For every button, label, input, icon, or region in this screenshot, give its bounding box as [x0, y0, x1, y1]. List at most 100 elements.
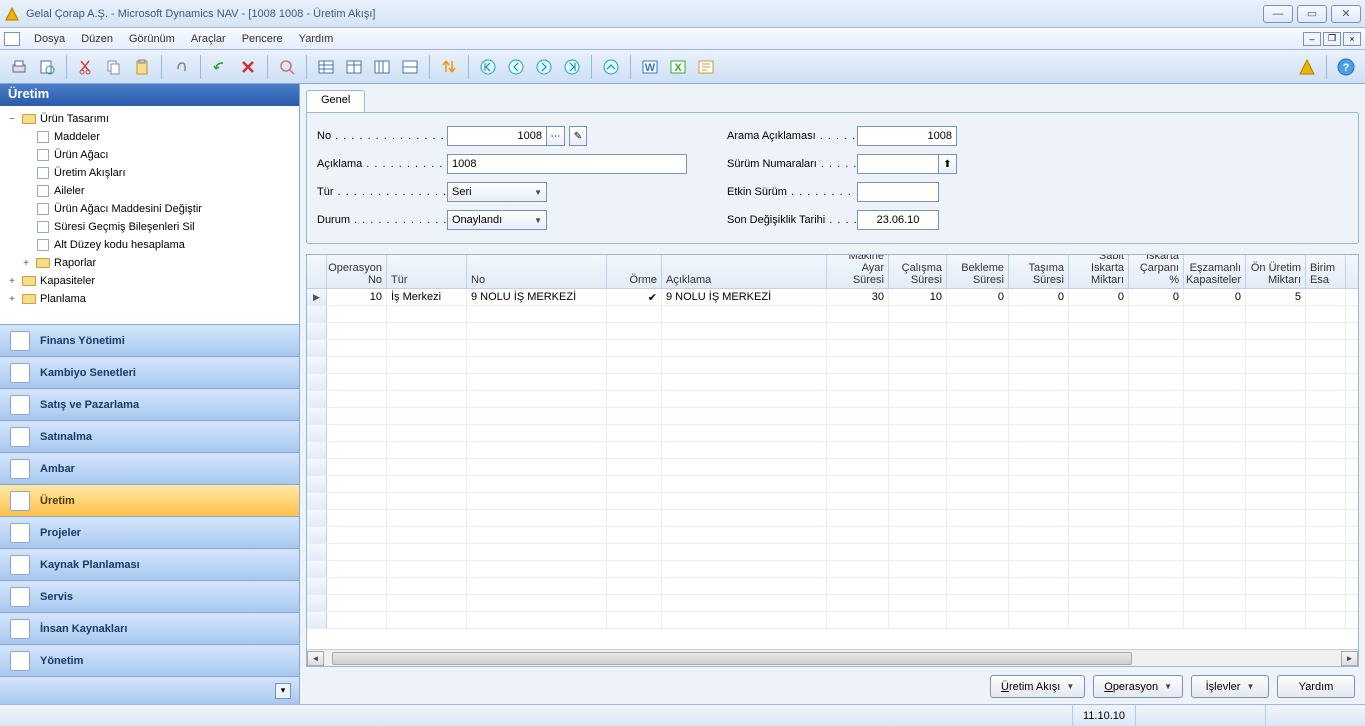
select-tur[interactable]: Seri▼: [447, 182, 547, 202]
table-row[interactable]: [307, 510, 1358, 527]
table-row[interactable]: [307, 612, 1358, 629]
menu-duzen[interactable]: Düzen: [73, 31, 121, 47]
table-row[interactable]: [307, 408, 1358, 425]
export-word-icon[interactable]: W: [637, 54, 663, 80]
scroll-left-icon[interactable]: ◄: [307, 651, 324, 666]
input-no[interactable]: [447, 126, 547, 146]
column-header[interactable]: Açıklama: [662, 255, 827, 288]
grid4-icon[interactable]: [397, 54, 423, 80]
column-header[interactable]: IskartaÇarpanı%: [1129, 255, 1184, 288]
table-row[interactable]: [307, 544, 1358, 561]
module-button[interactable]: Satış ve Pazarlama: [0, 388, 299, 420]
table-row[interactable]: [307, 323, 1358, 340]
nav-logo-icon[interactable]: [1294, 54, 1320, 80]
input-aciklama[interactable]: [447, 154, 687, 174]
table-row[interactable]: ▶10İş Merkezi9 NOLU İŞ MERKEZİ✔9 NOLU İŞ…: [307, 289, 1358, 306]
table-row[interactable]: [307, 595, 1358, 612]
horizontal-scrollbar[interactable]: ◄ ►: [307, 649, 1358, 666]
tree-node[interactable]: +Kapasiteler: [2, 272, 297, 290]
sort-icon[interactable]: [436, 54, 462, 80]
tree-node[interactable]: Maddeler: [2, 128, 297, 146]
table-row[interactable]: [307, 340, 1358, 357]
module-button[interactable]: Yönetim: [0, 644, 299, 676]
menu-yardim[interactable]: Yardım: [291, 31, 342, 47]
select-durum[interactable]: Onaylandı▼: [447, 210, 547, 230]
scroll-right-icon[interactable]: ►: [1341, 651, 1358, 666]
module-button[interactable]: Ambar: [0, 452, 299, 484]
module-button[interactable]: Servis: [0, 580, 299, 612]
scroll-thumb[interactable]: [332, 652, 1132, 665]
table-row[interactable]: [307, 391, 1358, 408]
print-icon[interactable]: [6, 54, 32, 80]
tree-node[interactable]: Üretim Akışları: [2, 164, 297, 182]
nav-prev-icon[interactable]: [503, 54, 529, 80]
column-header[interactable]: BirimEsa: [1306, 255, 1346, 288]
nav-next-icon[interactable]: [531, 54, 557, 80]
yardim-button[interactable]: Yardım: [1277, 675, 1355, 698]
zoom-icon[interactable]: [274, 54, 300, 80]
drill-up-icon[interactable]: ⬆: [939, 154, 957, 174]
operasyon-button[interactable]: Operasyon▼: [1093, 675, 1183, 698]
input-arama[interactable]: [857, 126, 957, 146]
tree-node[interactable]: Ürün Ağacı Maddesini Değiştir: [2, 200, 297, 218]
column-header[interactable]: BeklemeSüresi: [947, 255, 1009, 288]
grid3-icon[interactable]: [369, 54, 395, 80]
grid2-icon[interactable]: [341, 54, 367, 80]
edit-icon[interactable]: ✎: [569, 126, 587, 146]
table-row[interactable]: [307, 578, 1358, 595]
nav-up-icon[interactable]: [598, 54, 624, 80]
table-row[interactable]: [307, 357, 1358, 374]
column-header[interactable]: SabitIskartaMiktarı: [1069, 255, 1129, 288]
tree-node[interactable]: Süresi Geçmiş Bileşenleri Sil: [2, 218, 297, 236]
table-row[interactable]: [307, 425, 1358, 442]
chevron-down-icon[interactable]: ▾: [275, 683, 291, 699]
menu-pencere[interactable]: Pencere: [234, 31, 291, 47]
table-row[interactable]: [307, 374, 1358, 391]
cut-icon[interactable]: [73, 54, 99, 80]
module-button[interactable]: Finans Yönetimi: [0, 324, 299, 356]
tree-node[interactable]: Alt Düzey kodu hesaplama: [2, 236, 297, 254]
tree-node[interactable]: −Ürün Tasarımı: [2, 110, 297, 128]
module-button[interactable]: Üretim: [0, 484, 299, 516]
lookup-icon[interactable]: ⋯: [547, 126, 565, 146]
column-header[interactable]: Örme: [607, 255, 662, 288]
tree-node[interactable]: Ürün Ağacı: [2, 146, 297, 164]
maximize-button[interactable]: ▭: [1297, 5, 1327, 23]
mdi-minimize[interactable]: –: [1303, 32, 1321, 46]
column-header[interactable]: TaşımaSüresi: [1009, 255, 1069, 288]
grid-body[interactable]: ▶10İş Merkezi9 NOLU İŞ MERKEZİ✔9 NOLU İŞ…: [307, 289, 1358, 649]
uretim-akisi-button[interactable]: Üretim Akışı▼: [990, 675, 1085, 698]
menu-dosya[interactable]: Dosya: [26, 31, 73, 47]
table-row[interactable]: [307, 306, 1358, 323]
column-header[interactable]: Ön ÜretimMiktarı: [1246, 255, 1306, 288]
minimize-button[interactable]: —: [1263, 5, 1293, 23]
module-button[interactable]: İnsan Kaynakları: [0, 612, 299, 644]
module-button[interactable]: Satınalma: [0, 420, 299, 452]
module-button[interactable]: Projeler: [0, 516, 299, 548]
nav-first-icon[interactable]: [475, 54, 501, 80]
column-header[interactable]: Makine AyarSüresi: [827, 255, 889, 288]
delete-icon[interactable]: [235, 54, 261, 80]
table-row[interactable]: [307, 459, 1358, 476]
paste-icon[interactable]: [129, 54, 155, 80]
menu-araclar[interactable]: Araçlar: [183, 31, 234, 47]
column-header[interactable]: OperasyonNo: [327, 255, 387, 288]
column-header[interactable]: ÇalışmaSüresi: [889, 255, 947, 288]
column-header[interactable]: Tür: [387, 255, 467, 288]
islevler-button[interactable]: İşlevler▼: [1191, 675, 1269, 698]
mdi-restore[interactable]: ❐: [1323, 32, 1341, 46]
export-other-icon[interactable]: [693, 54, 719, 80]
undo-icon[interactable]: [207, 54, 233, 80]
input-etkin[interactable]: [857, 182, 939, 202]
table-row[interactable]: [307, 561, 1358, 578]
menu-gorunum[interactable]: Görünüm: [121, 31, 183, 47]
tree-node[interactable]: +Raporlar: [2, 254, 297, 272]
column-header[interactable]: No: [467, 255, 607, 288]
export-excel-icon[interactable]: X: [665, 54, 691, 80]
help-icon[interactable]: ?: [1333, 54, 1359, 80]
mdi-close[interactable]: ×: [1343, 32, 1361, 46]
table-row[interactable]: [307, 442, 1358, 459]
tree-node[interactable]: +Planlama: [2, 290, 297, 306]
column-header[interactable]: EşzamanlıKapasiteler: [1184, 255, 1246, 288]
tree-node[interactable]: Aileler: [2, 182, 297, 200]
